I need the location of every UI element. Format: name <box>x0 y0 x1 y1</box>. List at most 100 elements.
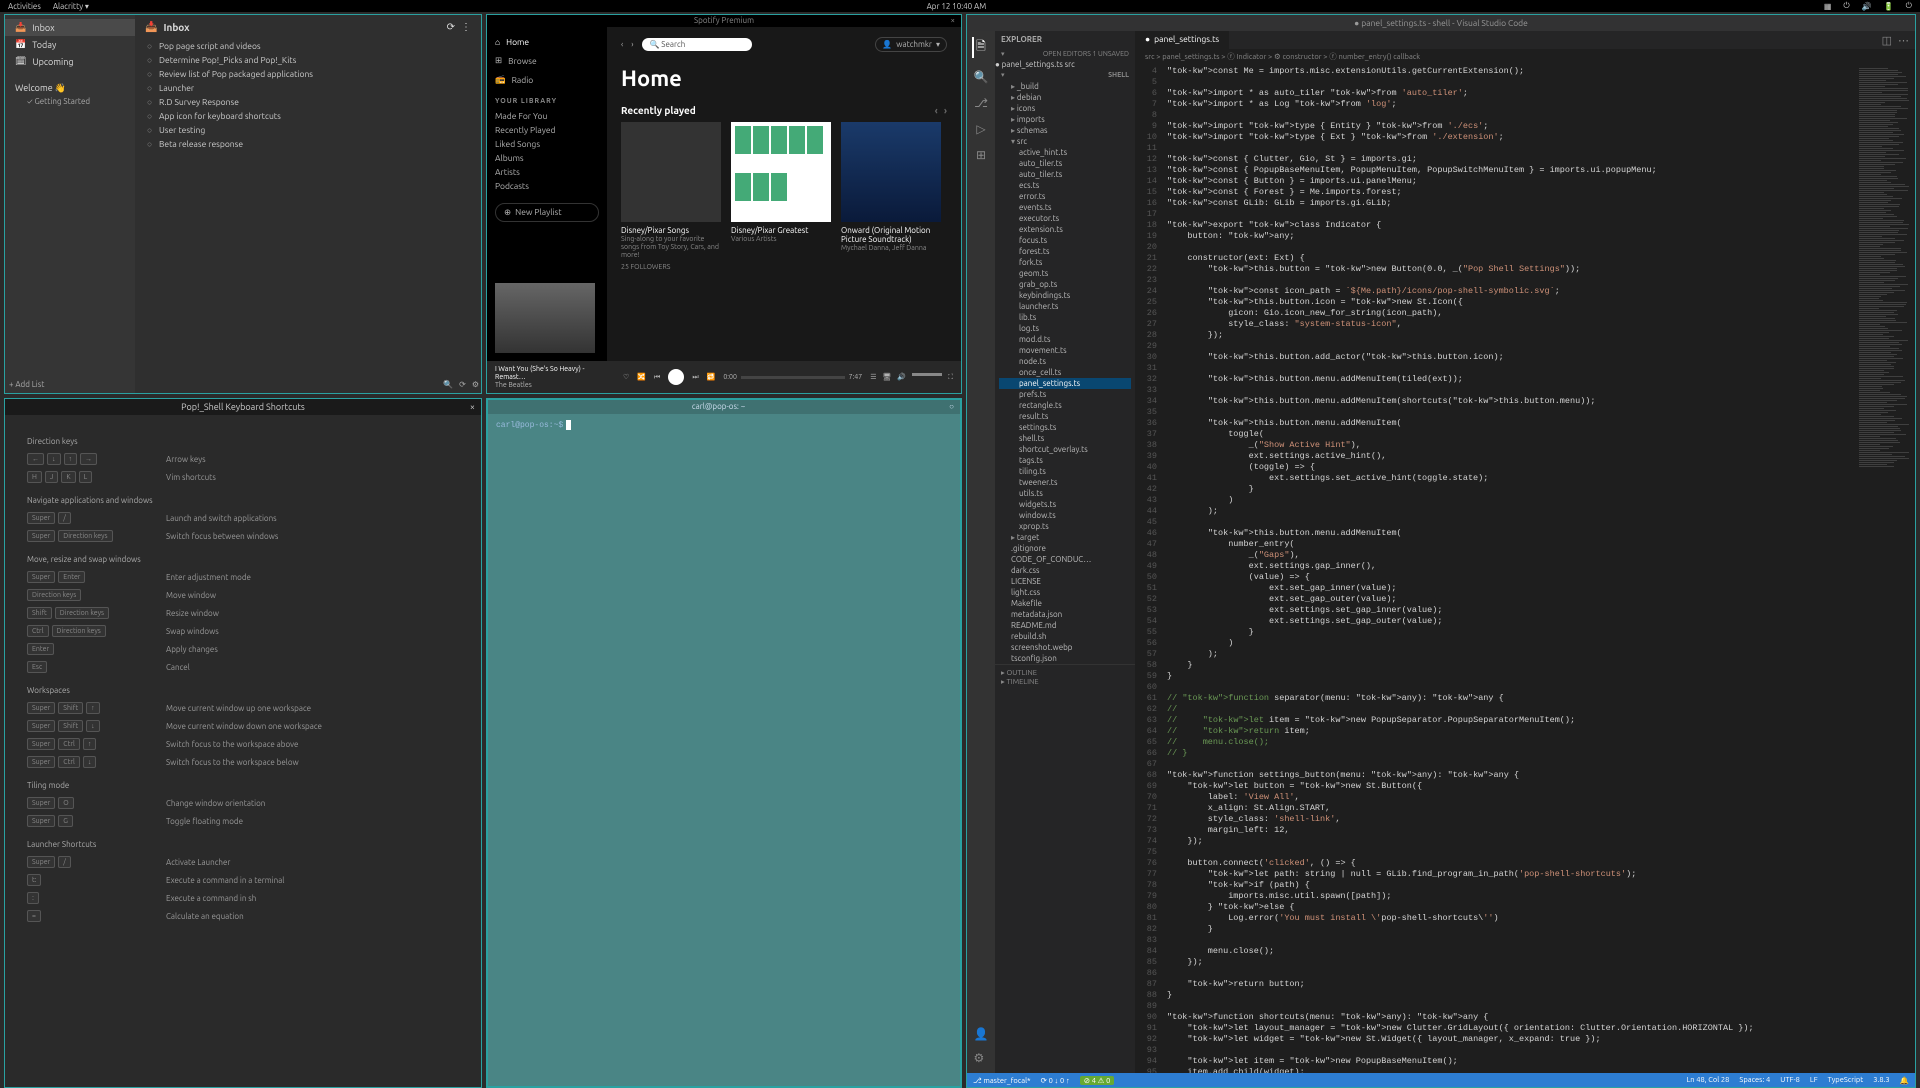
fullscreen-icon[interactable]: ⛶ <box>948 373 953 382</box>
playlist-card[interactable]: Onward (Original Motion Picture Soundtra… <box>841 122 941 259</box>
tree-node[interactable]: tsconfig.json <box>999 653 1131 664</box>
tree-node[interactable]: ecs.ts <box>999 180 1131 191</box>
activities-button[interactable]: Activities <box>8 2 41 11</box>
account-icon[interactable]: 👤 <box>974 1027 989 1041</box>
next-icon[interactable]: ⏭ <box>692 373 698 382</box>
tree-node[interactable]: grab_op.ts <box>999 279 1131 290</box>
indent[interactable]: Spaces: 4 <box>1739 1076 1770 1085</box>
tree-node[interactable]: error.ts <box>999 191 1131 202</box>
tray-volume-icon[interactable]: 🔊 <box>1862 2 1872 11</box>
tree-node[interactable]: active_hint.ts <box>999 147 1131 158</box>
queue-icon[interactable]: ☰ <box>870 373 876 382</box>
nav-browse[interactable]: ⊞ Browse <box>495 53 599 68</box>
tree-node[interactable]: shell.ts <box>999 433 1131 444</box>
more-icon[interactable]: ⋯ <box>1898 34 1909 46</box>
tree-node[interactable]: tags.ts <box>999 455 1131 466</box>
library-item[interactable]: Liked Songs <box>495 137 599 151</box>
tree-node[interactable]: utils.ts <box>999 488 1131 499</box>
tree-node[interactable]: metadata.json <box>999 609 1131 620</box>
footer-search-icon[interactable]: 🔍 <box>443 380 453 389</box>
add-list-button[interactable]: + Add List <box>9 380 44 389</box>
user-menu[interactable]: 👤 watchmkr ▾ <box>875 37 947 52</box>
explorer-icon[interactable]: 🗎 <box>972 37 986 58</box>
task-item[interactable]: R.D Survey Response <box>145 95 471 109</box>
nav-back-icon[interactable]: ‹ <box>621 40 623 49</box>
tree-node[interactable]: imports <box>999 114 1131 125</box>
tree-node[interactable]: CODE_OF_CONDUC… <box>999 554 1131 565</box>
tree-node[interactable]: prefs.ts <box>999 389 1131 400</box>
carousel-next-icon[interactable]: › <box>944 105 947 116</box>
tree-node[interactable]: screenshot.webp <box>999 642 1131 653</box>
prev-icon[interactable]: ⏮ <box>654 373 660 382</box>
tray-battery-icon[interactable]: 🔋 <box>1884 2 1894 11</box>
tree-node[interactable]: src <box>999 136 1131 147</box>
tree-node[interactable]: rebuild.sh <box>999 631 1131 642</box>
sidebar-welcome[interactable]: Welcome 👋 <box>5 80 135 97</box>
library-item[interactable]: Artists <box>495 165 599 179</box>
tree-node[interactable]: rectangle.ts <box>999 400 1131 411</box>
library-item[interactable]: Recently Played <box>495 123 599 137</box>
tree-node[interactable]: lib.ts <box>999 312 1131 323</box>
tree-node[interactable]: dark.css <box>999 565 1131 576</box>
tree-node[interactable]: window.ts <box>999 510 1131 521</box>
tree-node[interactable]: log.ts <box>999 323 1131 334</box>
tree-node[interactable]: README.md <box>999 620 1131 631</box>
gear-icon[interactable]: ⚙ <box>974 1051 989 1065</box>
split-icon[interactable]: ◫ <box>1882 34 1892 46</box>
open-editors-header[interactable]: ▾OPEN EDITORS 1 UNSAVED <box>995 48 1135 60</box>
task-item[interactable]: Pop page script and videos <box>145 39 471 53</box>
tree-node[interactable]: xprop.ts <box>999 521 1131 532</box>
carousel-prev-icon[interactable]: ‹ <box>935 105 938 116</box>
tree-node[interactable]: shortcut_overlay.ts <box>999 444 1131 455</box>
volume-bar[interactable] <box>912 373 942 376</box>
sync[interactable]: ⟳ 0 ↓ 0 ↑ <box>1041 1076 1070 1085</box>
tree-node[interactable]: .gitignore <box>999 543 1131 554</box>
track-artist[interactable]: The Beatles <box>495 381 615 389</box>
debug-icon[interactable]: ▷ <box>976 122 985 136</box>
repeat-icon[interactable]: 🔁 <box>707 373 716 381</box>
tree-node[interactable]: LICENSE <box>999 576 1131 587</box>
language[interactable]: TypeScript <box>1828 1076 1864 1085</box>
ts-version[interactable]: 3.8.3 <box>1873 1076 1889 1085</box>
problems[interactable]: ⊘ 4 ⚠ 0 <box>1080 1076 1115 1085</box>
cursor-pos[interactable]: Ln 48, Col 28 <box>1686 1076 1729 1085</box>
task-item[interactable]: Launcher <box>145 81 471 95</box>
now-playing-art[interactable] <box>495 283 595 353</box>
close-icon[interactable]: × <box>470 399 475 415</box>
seek-bar[interactable] <box>741 376 845 379</box>
outline-header[interactable]: ▸ OUTLINE <box>1001 668 1129 677</box>
tree-node[interactable]: mod.d.ts <box>999 334 1131 345</box>
close-icon[interactable]: × <box>950 15 955 27</box>
open-editor-file[interactable]: ● panel_settings.ts src <box>995 60 1135 69</box>
tree-node[interactable]: focus.ts <box>999 235 1131 246</box>
branch[interactable]: ⎇ master_focal* <box>973 1076 1031 1085</box>
search-input[interactable]: 🔍 Search <box>642 38 752 51</box>
library-item[interactable]: Made For You <box>495 109 599 123</box>
tree-node[interactable]: auto_tiler.ts <box>999 158 1131 169</box>
tray-network-icon[interactable]: ⏻ <box>1843 1 1849 11</box>
task-item[interactable]: Determine Pop!_Picks and Pop!_Kits <box>145 53 471 67</box>
footer-sync-icon[interactable]: ⟳ <box>459 380 466 389</box>
tray-power-icon[interactable]: ⏻ <box>1906 1 1912 11</box>
sidebar-today[interactable]: 📅 Today <box>5 36 135 53</box>
devices-icon[interactable]: 🖥 <box>882 373 891 382</box>
track-title[interactable]: I Want You (She's So Heavy) - Remast… <box>495 365 615 381</box>
tree-node[interactable]: auto_tiler.ts <box>999 169 1131 180</box>
tree-node[interactable]: executor.ts <box>999 213 1131 224</box>
tree-node[interactable]: schemas <box>999 125 1131 136</box>
tree-node[interactable]: geom.ts <box>999 268 1131 279</box>
tree-node[interactable]: fork.ts <box>999 257 1131 268</box>
tree-node[interactable]: forest.ts <box>999 246 1131 257</box>
clock[interactable]: Apr 12 10:40 AM <box>927 2 987 11</box>
tree-node[interactable]: node.ts <box>999 356 1131 367</box>
play-button[interactable] <box>668 369 684 385</box>
task-item[interactable]: Beta release response <box>145 137 471 151</box>
playlist-card[interactable]: Disney/Pixar SongsSing-along to your fav… <box>621 122 721 259</box>
sidebar-getting-started[interactable]: ✓ Getting Started <box>5 97 135 106</box>
editor-tab[interactable]: ● panel_settings.ts <box>1135 31 1230 49</box>
tree-node[interactable]: once_cell.ts <box>999 367 1131 378</box>
tree-node[interactable]: _build <box>999 81 1131 92</box>
tree-node[interactable]: launcher.ts <box>999 301 1131 312</box>
tree-node[interactable]: keybindings.ts <box>999 290 1131 301</box>
tray-tile-icon[interactable]: ▦ <box>1824 2 1832 11</box>
